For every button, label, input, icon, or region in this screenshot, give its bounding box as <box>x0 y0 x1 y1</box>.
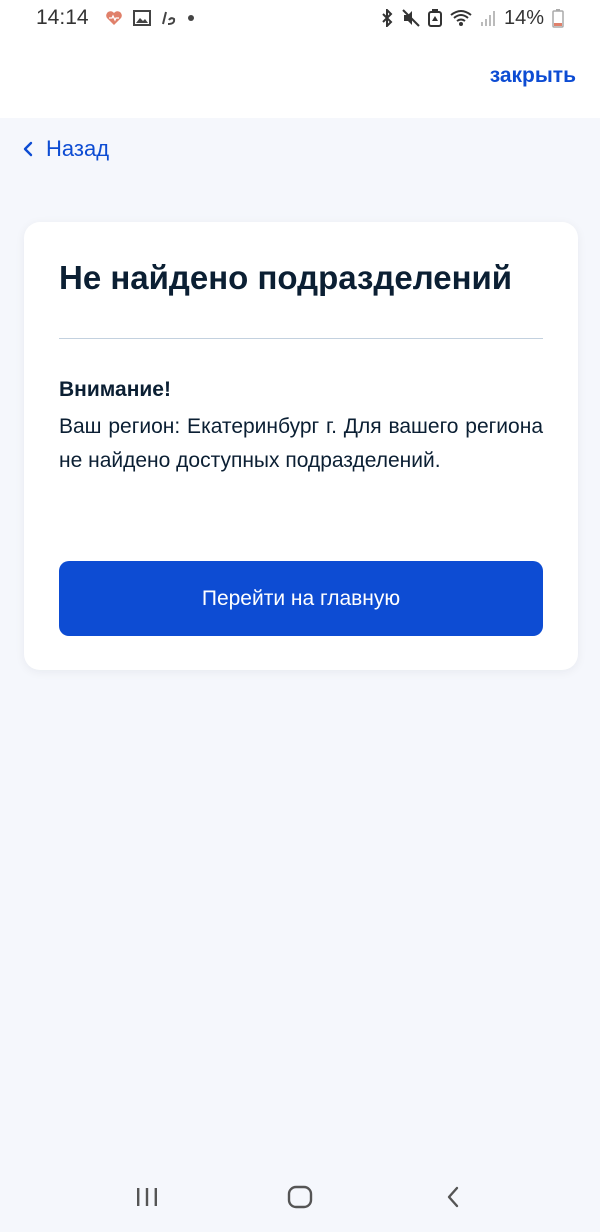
bluetooth-icon <box>380 9 394 27</box>
back-label: Назад <box>46 136 110 161</box>
chevron-left-icon <box>22 140 34 158</box>
battery-saver-icon <box>427 9 442 27</box>
heart-icon <box>105 10 123 26</box>
image-icon <box>132 10 151 26</box>
signal-icon <box>480 9 496 27</box>
warning-text: Ваш регион: Екатеринбург г. Для вашего р… <box>59 415 543 472</box>
divider <box>59 338 543 339</box>
home-icon[interactable] <box>270 1172 330 1222</box>
top-bar: закрыть <box>0 36 600 118</box>
dot-icon <box>187 14 195 22</box>
status-time: 14:14 <box>36 6 89 29</box>
system-nav-bar <box>0 1162 600 1232</box>
info-card: Не найдено подразделений Внимание! Ваш р… <box>24 222 578 670</box>
recent-apps-icon[interactable] <box>117 1172 177 1222</box>
card-title: Не найдено подразделений <box>59 259 513 296</box>
back-button[interactable]: Назад <box>22 136 109 162</box>
close-link[interactable]: закрыть <box>490 64 576 88</box>
app-icon <box>161 11 177 25</box>
warning-title: Внимание! <box>59 378 171 401</box>
mute-icon <box>402 9 420 27</box>
battery-percent: 14% <box>503 6 544 29</box>
go-home-button[interactable]: Перейти на главную <box>59 561 543 636</box>
battery-icon <box>552 8 564 28</box>
back-icon[interactable] <box>423 1172 483 1222</box>
wifi-icon <box>450 9 472 27</box>
status-bar: 14:14 14% <box>0 0 600 36</box>
